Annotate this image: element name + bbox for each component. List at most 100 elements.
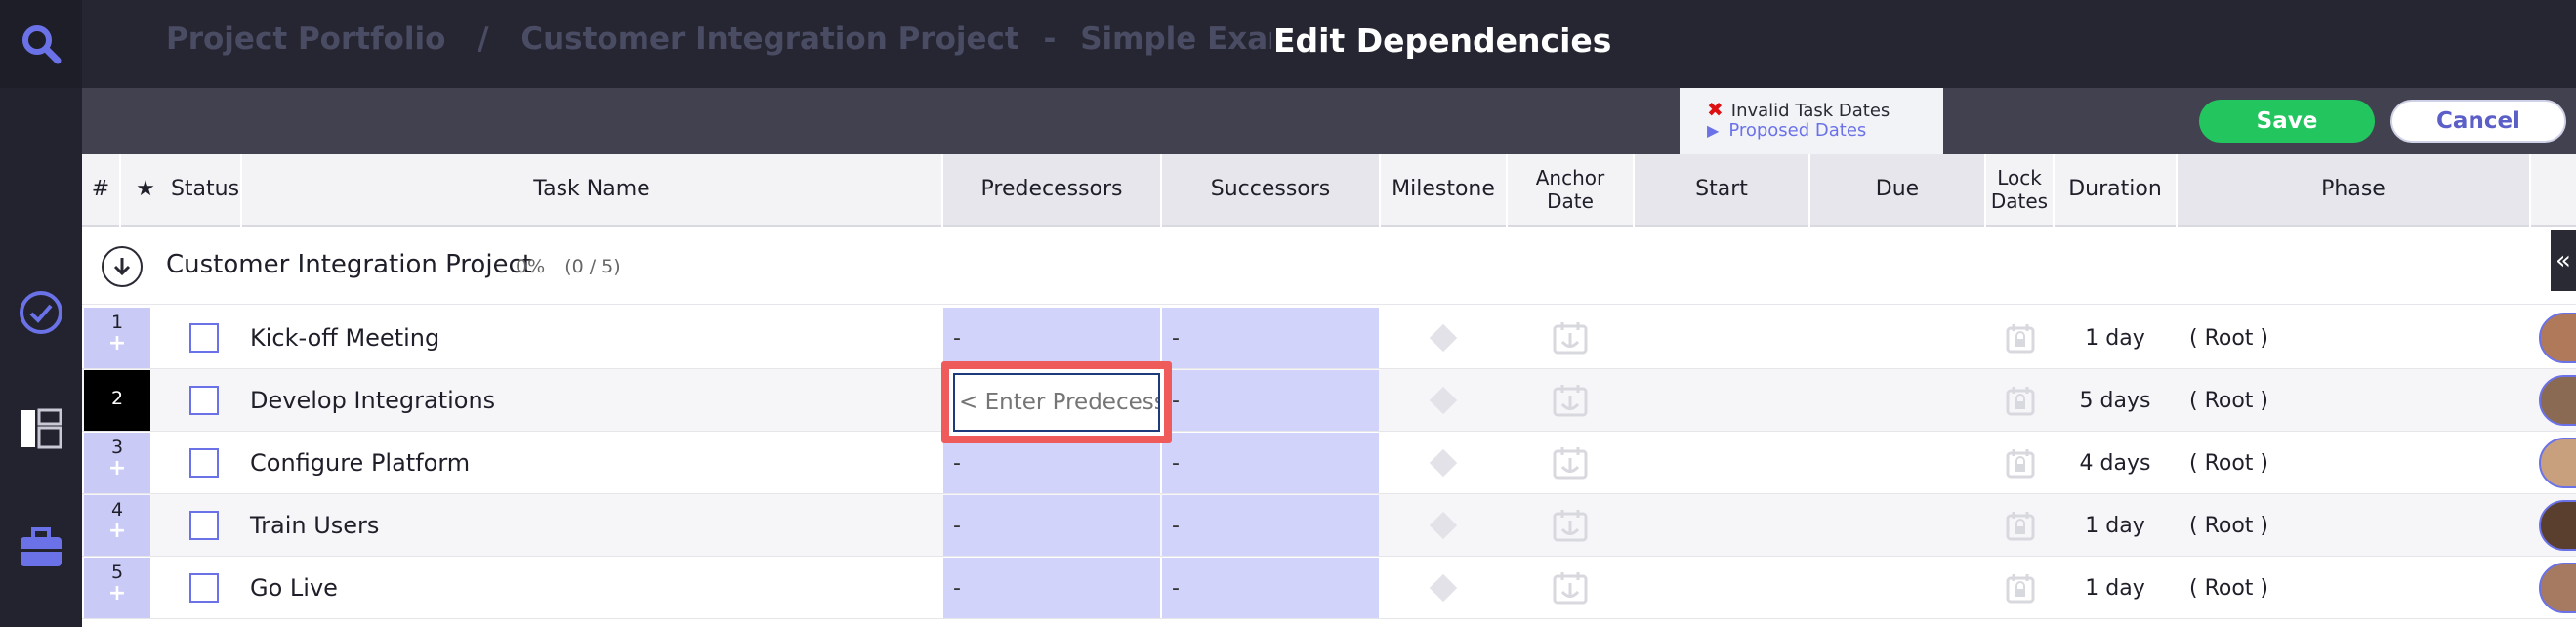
top-bar: Project Portfolio / Customer Integration… (82, 0, 2576, 88)
briefcase-icon (21, 527, 62, 566)
col-header-anchor-date[interactable]: Anchor Date (1508, 154, 1633, 227)
successors-cell[interactable]: - (1162, 308, 1379, 368)
legend-invalid: ✖ Invalid Task Dates (1707, 98, 1890, 121)
successors-cell[interactable]: - (1162, 370, 1379, 431)
col-header-status[interactable]: Status (170, 154, 240, 227)
successors-cell[interactable]: - (1162, 558, 1379, 618)
anchor-date-button[interactable] (1553, 509, 1588, 542)
duration-cell[interactable]: 5 days (2055, 369, 2176, 432)
col-header-start[interactable]: Start (1635, 154, 1808, 227)
left-rail (0, 0, 82, 627)
task-name[interactable]: Go Live (250, 557, 338, 619)
predecessor-input-highlight (941, 361, 1172, 443)
successors-cell[interactable]: - (1162, 433, 1379, 493)
anchor-date-button[interactable] (1553, 321, 1588, 355)
legend-proposed: ▶ Proposed Dates (1707, 120, 1866, 141)
lock-dates-button[interactable] (2006, 385, 2035, 416)
row-number-label: 3 (110, 437, 124, 458)
status-checkbox[interactable] (189, 386, 219, 415)
page-title: Edit Dependencies (1271, 0, 1612, 88)
row-number-label: 5 (110, 562, 124, 583)
lock-dates-button[interactable] (2006, 572, 2035, 604)
collapse-group-button[interactable] (102, 246, 143, 287)
task-name[interactable]: Configure Platform (250, 432, 470, 494)
predecessors-cell[interactable]: - (943, 558, 1160, 618)
row-number[interactable]: 4 + (84, 495, 150, 556)
calendar-anchor-icon (1553, 385, 1588, 417)
collapse-panel-button[interactable]: « (2551, 230, 2576, 291)
plus-icon[interactable]: + (84, 583, 150, 605)
duration-cell[interactable]: 1 day (2055, 494, 2176, 557)
phase-cell[interactable]: ( Root ) (2189, 557, 2268, 619)
row-number[interactable]: 1 + (84, 308, 150, 368)
col-header-phase[interactable]: Phase (2178, 154, 2529, 227)
calendar-anchor-icon (1553, 572, 1588, 605)
col-header-task-name[interactable]: Task Name (242, 154, 941, 227)
col-header-predecessors[interactable]: Predecessors (943, 154, 1160, 227)
calendar-anchor-icon (1553, 510, 1588, 542)
anchor-date-button[interactable] (1553, 384, 1588, 417)
project-task-count: (0 / 5) (564, 256, 621, 277)
lock-dates-button[interactable] (2006, 447, 2035, 479)
row-number[interactable]: 3 + (84, 433, 150, 493)
project-name[interactable]: Customer Integration Project (166, 250, 532, 279)
plus-icon[interactable]: + (84, 458, 150, 480)
phase-cell[interactable]: ( Root ) (2189, 494, 2268, 557)
lock-dates-line1: Lock (1997, 166, 2042, 189)
breadcrumb: Project Portfolio / Customer Integration… (166, 21, 1321, 57)
anchor-date-button[interactable] (1553, 571, 1588, 605)
status-checkbox[interactable] (189, 573, 219, 603)
task-name[interactable]: Train Users (250, 494, 379, 557)
lock-dates-button[interactable] (2006, 510, 2035, 541)
col-header-due[interactable]: Due (1810, 154, 1984, 227)
search-icon (22, 25, 62, 64)
status-checkbox[interactable] (189, 511, 219, 540)
tasks-nav-button[interactable] (14, 285, 68, 340)
project-percent: 0% (516, 256, 546, 277)
duration-cell[interactable]: 4 days (2055, 432, 2176, 494)
play-triangle-icon: ▶ (1707, 121, 1720, 140)
predecessors-cell[interactable]: - (943, 308, 1160, 368)
calendar-lock-icon (2006, 449, 2035, 479)
calendar-lock-icon (2006, 574, 2035, 604)
lock-dates-button[interactable] (2006, 322, 2035, 354)
col-header-successors[interactable]: Successors (1162, 154, 1379, 227)
phase-cell[interactable]: ( Root ) (2189, 432, 2268, 494)
col-header-duration[interactable]: Duration (2055, 154, 2176, 227)
plus-icon[interactable]: + (84, 521, 150, 542)
calendar-lock-icon (2006, 387, 2035, 416)
duration-cell[interactable]: 1 day (2055, 557, 2176, 619)
task-name[interactable]: Develop Integrations (250, 369, 495, 432)
portfolio-nav-button[interactable] (14, 520, 68, 574)
phase-cell[interactable]: ( Root ) (2189, 307, 2268, 369)
row-number-label: 2 (110, 388, 124, 409)
duration-cell[interactable]: 1 day (2055, 307, 2176, 369)
anchor-date-button[interactable] (1553, 446, 1588, 480)
date-legend: ✖ Invalid Task Dates ▶ Proposed Dates (1680, 88, 1943, 154)
status-checkbox[interactable] (189, 323, 219, 353)
predecessors-cell[interactable]: - (943, 495, 1160, 556)
col-header-milestone[interactable]: Milestone (1381, 154, 1506, 227)
row-number[interactable]: 5 + (84, 558, 150, 618)
save-button[interactable]: Save (2199, 100, 2375, 143)
search-button[interactable] (0, 0, 82, 88)
layout-nav-button[interactable] (14, 400, 68, 455)
col-header-star[interactable]: ★ (121, 154, 170, 227)
status-checkbox[interactable] (189, 448, 219, 478)
row-number[interactable]: 2 (84, 370, 150, 431)
predecessor-input[interactable] (953, 373, 1160, 432)
lock-dates-line2: Dates (1990, 189, 2049, 213)
col-header-assignee (2531, 154, 2576, 227)
breadcrumb-project-link[interactable]: Customer Integration Project (520, 21, 1018, 57)
breadcrumb-portfolio-link[interactable]: Project Portfolio (166, 21, 445, 57)
plus-icon[interactable]: + (84, 333, 150, 355)
col-header-num[interactable]: # (82, 154, 119, 227)
phase-cell[interactable]: ( Root ) (2189, 369, 2268, 432)
project-progress: 0% (0 / 5) (516, 256, 635, 277)
cancel-button[interactable]: Cancel (2390, 100, 2566, 143)
invalid-x-icon: ✖ (1707, 98, 1724, 121)
task-name[interactable]: Kick-off Meeting (250, 307, 439, 369)
breadcrumb-separator: / (478, 21, 489, 57)
successors-cell[interactable]: - (1162, 495, 1379, 556)
col-header-lock-dates[interactable]: Lock Dates (1986, 154, 2053, 227)
